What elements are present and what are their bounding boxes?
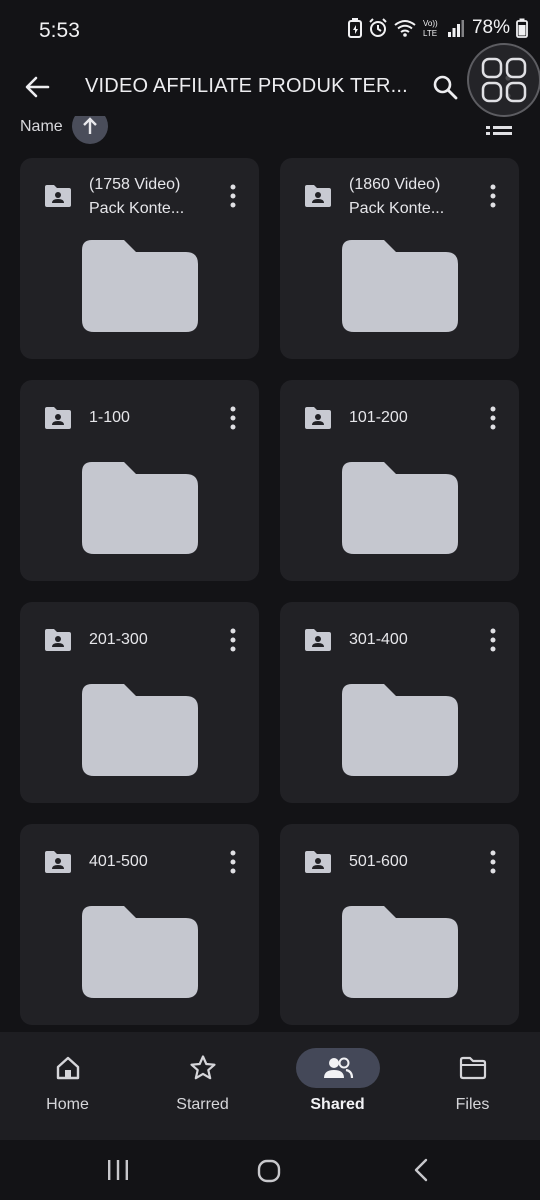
- folder-title: VIDEO AFFILIATE PRODUK TER...: [85, 75, 408, 97]
- folder-name: 101-200: [349, 409, 408, 426]
- sort-row: Name: [0, 116, 540, 146]
- nav-shared-icon-wrap: [295, 1048, 380, 1088]
- folder-card[interactable]: 501-600: [280, 824, 519, 1025]
- back-button[interactable]: [20, 70, 54, 104]
- list-view-icon: [486, 126, 512, 135]
- folder-thumbnail-icon: [342, 906, 458, 998]
- more-vert-icon: [230, 850, 236, 874]
- folder-more-button[interactable]: [227, 182, 239, 210]
- home-icon: [56, 1056, 79, 1080]
- folder-thumbnail-icon: [82, 684, 198, 776]
- shared-folder-icon: [305, 851, 331, 873]
- folder-name: 201-300: [89, 631, 148, 648]
- status-icons: Vo)) LTE 78%: [347, 17, 528, 39]
- more-vert-icon: [230, 628, 236, 652]
- nav-starred-label: Starred: [176, 1096, 229, 1113]
- folder-name: 501-600: [349, 853, 408, 870]
- more-vert-icon: [490, 406, 496, 430]
- svg-text:Vo)): Vo)): [423, 19, 438, 28]
- system-nav-bar: [0, 1140, 540, 1200]
- shared-folder-icon: [305, 629, 331, 651]
- shared-folder-icon: [45, 407, 71, 429]
- folder-name: 301-400: [349, 631, 408, 648]
- nav-shared-label: Shared: [310, 1096, 365, 1113]
- app-bar: VIDEO AFFILIATE PRODUK TER...: [0, 60, 540, 116]
- sort-label[interactable]: Name: [20, 118, 63, 136]
- folder-card[interactable]: (1860 Video) Pack Konte...: [280, 158, 519, 359]
- recent-apps-icon: [108, 1160, 128, 1180]
- status-bar: 5:53 Vo)) LTE 78%: [0, 0, 540, 60]
- folder-icon: [459, 1056, 486, 1080]
- bottom-navigation: Home Starred Shared Files: [0, 1032, 540, 1140]
- shared-folder-icon: [45, 629, 71, 651]
- folder-card[interactable]: 401-500: [20, 824, 259, 1025]
- chevron-left-icon: [414, 1158, 428, 1182]
- arrow-upward-icon: [83, 117, 97, 134]
- folder-more-button[interactable]: [487, 182, 499, 210]
- nav-files-icon-wrap: [431, 1048, 515, 1088]
- nav-home-icon-wrap: [26, 1048, 110, 1088]
- view-toggle-button[interactable]: [486, 118, 512, 143]
- alarm-icon: [369, 18, 387, 37]
- folder-more-button[interactable]: [227, 848, 239, 876]
- people-icon: [323, 1057, 353, 1079]
- battery-saver-icon: [347, 18, 362, 38]
- arrow-back-icon: [25, 76, 50, 98]
- folder-card[interactable]: 301-400: [280, 602, 519, 803]
- signal-icon: [447, 20, 464, 37]
- recent-apps-button[interactable]: [106, 1158, 130, 1187]
- nav-starred[interactable]: Starred: [135, 1032, 270, 1140]
- folder-more-button[interactable]: [487, 848, 499, 876]
- folder-thumbnail-icon: [82, 462, 198, 554]
- battery-percent: 78%: [471, 17, 510, 38]
- nav-shared[interactable]: Shared: [270, 1032, 405, 1140]
- floating-shortcut-button[interactable]: [467, 43, 540, 117]
- battery-icon: [516, 18, 528, 38]
- folder-card[interactable]: 1-100: [20, 380, 259, 581]
- folder-more-button[interactable]: [227, 404, 239, 432]
- folder-more-button[interactable]: [487, 404, 499, 432]
- more-vert-icon: [230, 406, 236, 430]
- folder-card[interactable]: 201-300: [20, 602, 259, 803]
- folder-grid: (1758 Video) Pack Konte... (1860 Video) Pa…: [20, 158, 520, 1025]
- wifi-icon: [394, 20, 416, 37]
- nav-files[interactable]: Files: [405, 1032, 540, 1140]
- more-vert-icon: [490, 628, 496, 652]
- folder-card[interactable]: 101-200: [280, 380, 519, 581]
- more-vert-icon: [230, 184, 236, 208]
- shared-folder-icon: [305, 407, 331, 429]
- shared-folder-icon: [45, 185, 71, 207]
- nav-home-label: Home: [46, 1096, 89, 1113]
- folder-thumbnail-icon: [82, 240, 198, 332]
- more-vert-icon: [490, 850, 496, 874]
- back-system-button[interactable]: [410, 1158, 432, 1187]
- folder-thumbnail-icon: [342, 462, 458, 554]
- shared-folder-icon: [305, 185, 331, 207]
- folder-name: 401-500: [89, 853, 148, 870]
- home-circle-icon: [257, 1159, 281, 1183]
- folder-thumbnail-icon: [342, 240, 458, 332]
- star-icon: [189, 1055, 216, 1080]
- more-vert-icon: [490, 184, 496, 208]
- sort-direction-button[interactable]: [72, 116, 108, 144]
- folder-more-button[interactable]: [487, 626, 499, 654]
- shared-folder-icon: [45, 851, 71, 873]
- nav-starred-icon-wrap: [161, 1048, 245, 1088]
- nav-home[interactable]: Home: [0, 1032, 135, 1140]
- grid-apps-icon: [481, 57, 527, 103]
- svg-text:LTE: LTE: [423, 29, 437, 38]
- search-button[interactable]: [428, 70, 462, 104]
- folder-name: 1-100: [89, 409, 130, 426]
- volte-icon: Vo))LTE: [423, 19, 438, 38]
- home-system-button[interactable]: [256, 1158, 282, 1189]
- nav-files-label: Files: [455, 1096, 490, 1113]
- status-time: 5:53: [39, 19, 80, 42]
- search-icon: [433, 75, 458, 100]
- folder-thumbnail-icon: [342, 684, 458, 776]
- folder-more-button[interactable]: [227, 626, 239, 654]
- folder-name: (1758 Video) Pack Konte...: [89, 176, 185, 217]
- folder-card[interactable]: (1758 Video) Pack Konte...: [20, 158, 259, 359]
- folder-name: (1860 Video) Pack Konte...: [349, 176, 445, 217]
- folder-thumbnail-icon: [82, 906, 198, 998]
